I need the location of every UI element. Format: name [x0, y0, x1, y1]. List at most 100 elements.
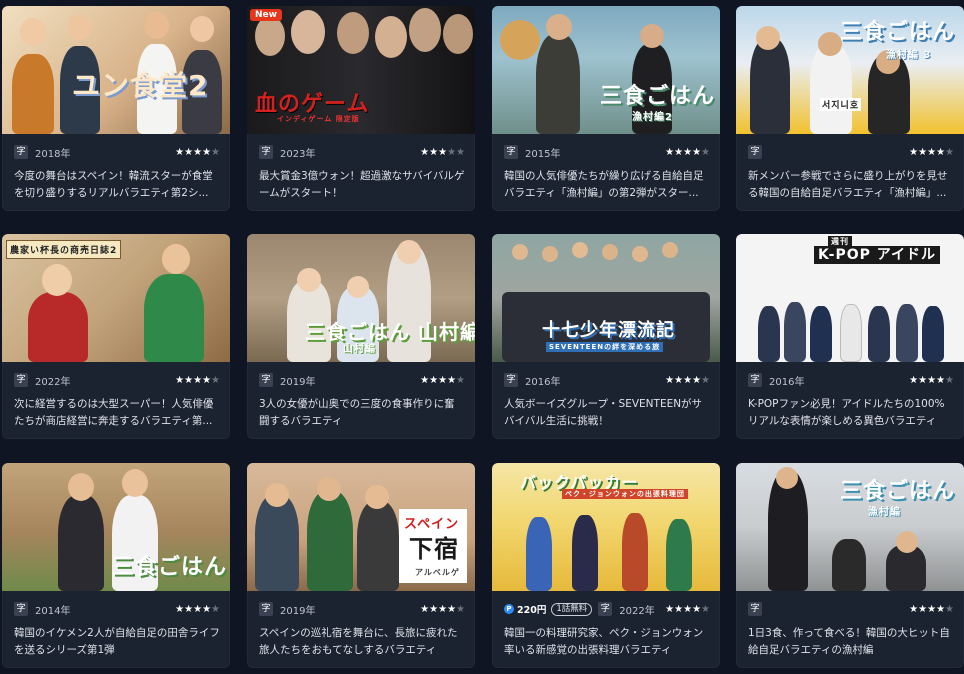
meta-row: 字 2019年 ★★★★★: [259, 601, 465, 617]
title-card[interactable]: 三食ごはん 字 2014年 ★★★★★ 韓国のイケメン2人が自給自足の田舎ライフ…: [2, 463, 230, 668]
title-card[interactable]: スペイン 下宿 アルベルゲ 字 2019年 ★★★★★ スペインの巡礼宿を舞台に…: [247, 463, 475, 668]
star-rating: ★★★★★: [420, 146, 465, 158]
show-logo-sub: 漁村編: [868, 507, 901, 518]
thumbnail[interactable]: 週刊 K-POP アイドル: [736, 234, 964, 362]
boat-sign: 서지니호: [820, 98, 862, 111]
thumbnail[interactable]: 農家い杯長の商売日誌2: [2, 234, 230, 362]
description: K-POPファン必見！アイドルたちの100%リアルな表情が楽しめる異色バラエティ: [748, 398, 945, 427]
star-rating: ★★★★★: [665, 603, 710, 615]
thumbnail[interactable]: 血のゲーム インディゲーム 限定版 New: [247, 6, 475, 134]
star-rating: ★★★★★: [175, 603, 220, 615]
price-value: 220円: [517, 605, 547, 616]
rental-price: P 220円: [504, 602, 546, 616]
subtitle-badge: 字: [259, 373, 273, 387]
meta-row: 字 2023年 ★★★★★: [259, 144, 465, 160]
release-year: 2014年: [35, 605, 71, 617]
title-card[interactable]: 三食ごはん 山村編 山村編 字 2019年 ★★★★★ 3人の女優が山奥での三度…: [247, 234, 475, 439]
title-card[interactable]: 農家い杯長の商売日誌2 字 2022年 ★★★★★ 次に経営するのは大型スーパー…: [2, 234, 230, 439]
star-rating: ★★★★★: [909, 603, 954, 615]
title-card[interactable]: 三食ごはん 漁村編3 漁村編 3 서지니호 字 ★★★★★ 新メンバー参戦でさら…: [736, 6, 964, 211]
show-logo: 三食ごはん 山村編: [305, 320, 475, 344]
subtitle-badge: 字: [14, 602, 28, 616]
show-logo: 下宿: [409, 535, 459, 563]
description: 韓国の人気俳優たちが繰り広げる自給自足バラエティ「漁村編」の第2弾がスター...: [504, 170, 704, 199]
title-card[interactable]: バックパッカー ペク・ジョンウォンの出張料理団 P 220円 1話無料 字 202…: [492, 463, 720, 668]
subtitle-badge: 字: [504, 145, 518, 159]
meta-row: 字 2015年 ★★★★★: [504, 144, 710, 160]
description: 次に経営するのは大型スーパー！人気俳優たちが商店経営に奔走するバラエティ第...: [14, 398, 214, 427]
release-year: 2018年: [35, 148, 71, 160]
star-rating: ★★★★★: [909, 146, 954, 158]
new-badge: New: [250, 9, 282, 21]
meta-row: 字 ★★★★★: [748, 144, 954, 160]
title-card[interactable]: 三食ごはん 漁村編2 漁村編2 字 2015年 ★★★★★ 韓国の人気俳優たちが…: [492, 6, 720, 211]
thumbnail[interactable]: 三食ごはん 漁村編2 漁村編2: [492, 6, 720, 134]
description: 3人の女優が山奥での三度の食事作りに奮闘するバラエティ: [259, 398, 455, 427]
meta-row: 字 2018年 ★★★★★: [14, 144, 220, 160]
show-logo: 三食ごはん 漁村編: [840, 479, 964, 504]
thumbnail[interactable]: 三食ごはん 山村編 山村編: [247, 234, 475, 362]
description: 今度の舞台はスペイン！韓流スターが食堂を切り盛りするリアルバラエティ第2シ...: [14, 170, 213, 199]
star-rating: ★★★★★: [420, 603, 465, 615]
description: 1日3食、作って食べる！韓国の大ヒット自給自足バラエティの漁村編: [748, 627, 950, 656]
star-rating: ★★★★★: [175, 146, 220, 158]
thumbnail[interactable]: 三食ごはん 漁村編3 漁村編 3 서지니호: [736, 6, 964, 134]
title-card[interactable]: 十七少年漂流記 SEVENTEENの絆を深める旅 字 2016年 ★★★★★ 人…: [492, 234, 720, 439]
thumbnail[interactable]: 三食ごはん 漁村編 漁村編: [736, 463, 964, 591]
star-rating: ★★★★★: [420, 374, 465, 386]
show-logo: 三食ごはん: [112, 555, 228, 580]
description: スペインの巡礼宿を舞台に、長旅に疲れた旅人たちをおもてなしするバラエティ: [259, 627, 458, 656]
release-year: 2019年: [280, 376, 316, 388]
show-logo-sub: インディゲーム 限定版: [277, 115, 360, 123]
title-card[interactable]: 血のゲーム インディゲーム 限定版 New 字 2023年 ★★★★★ 最大賞金…: [247, 6, 475, 211]
meta-row: 字 ★★★★★: [748, 601, 954, 617]
store-sign: 農家い杯長の商売日誌2: [6, 240, 122, 259]
star-rating: ★★★★★: [175, 374, 220, 386]
coin-icon: P: [504, 604, 514, 614]
release-year: 2016年: [525, 376, 561, 388]
meta-row: 字 2019年 ★★★★★: [259, 372, 465, 388]
subtitle-badge: 字: [259, 602, 273, 616]
meta-row: P 220円 1話無料 字 2022年 ★★★★★: [504, 601, 710, 617]
description: 新メンバー参戦でさらに盛り上がりを見せる韓国の自給自足バラエティ「漁村編」...: [748, 170, 948, 199]
description: 韓国一の料理研究家、ペク・ジョンウォン率いる新感覚の出張料理バラエティ: [504, 627, 704, 656]
show-logo: ユン食堂2: [72, 69, 209, 102]
release-year: 2022年: [35, 376, 71, 388]
subtitle-badge: 字: [259, 145, 273, 159]
show-logo-sub: 山村編: [343, 344, 376, 355]
release-year: 2023年: [280, 148, 316, 160]
title-card[interactable]: ユン食堂2 字 2018年 ★★★★★ 今度の舞台はスペイン！韓流スターが食堂を…: [2, 6, 230, 211]
thumbnail[interactable]: スペイン 下宿 アルベルゲ: [247, 463, 475, 591]
show-logo: K-POP アイドル: [814, 246, 941, 264]
free-episode-badge: 1話無料: [551, 602, 593, 616]
title-card[interactable]: 週刊 K-POP アイドル 字 2016年 ★★★★★ K-POPファン必見！ア…: [736, 234, 964, 439]
subtitle-badge: 字: [748, 145, 762, 159]
show-logo-sub: SEVENTEENの絆を深める旅: [546, 342, 664, 352]
thumbnail[interactable]: 三食ごはん: [2, 463, 230, 591]
release-year: 2016年: [769, 376, 805, 388]
release-year: 2015年: [525, 148, 561, 160]
meta-row: 字 2016年 ★★★★★: [748, 372, 954, 388]
subtitle-badge: 字: [598, 602, 613, 616]
subtitle-badge: 字: [504, 373, 518, 387]
thumbnail[interactable]: バックパッカー ペク・ジョンウォンの出張料理団: [492, 463, 720, 591]
show-logo-sub: アルベルゲ: [415, 568, 460, 577]
star-rating: ★★★★★: [665, 146, 710, 158]
meta-row: 字 2022年 ★★★★★: [14, 372, 220, 388]
subtitle-badge: 字: [14, 373, 28, 387]
meta-row: 字 2016年 ★★★★★: [504, 372, 710, 388]
star-rating: ★★★★★: [665, 374, 710, 386]
description: 人気ボーイズグループ・SEVENTEENがサバイバル生活に挑戦！: [504, 398, 703, 427]
subtitle-badge: 字: [14, 145, 28, 159]
description: 最大賞金3億ウォン！超過激なサバイバルゲームがスタート！: [259, 170, 465, 199]
description: 韓国のイケメン2人が自給自足の田舎ライフを送るシリーズ第1弾: [14, 627, 220, 656]
show-logo-sub: ペク・ジョンウォンの出張料理団: [562, 489, 688, 499]
show-logo: 三食ごはん 漁村編2: [600, 84, 720, 109]
title-card[interactable]: 三食ごはん 漁村編 漁村編 字 ★★★★★ 1日3食、作って食べる！韓国の大ヒッ…: [736, 463, 964, 668]
show-logo-sub: 漁村編2: [632, 112, 673, 123]
thumbnail[interactable]: ユン食堂2: [2, 6, 230, 134]
meta-row: 字 2014年 ★★★★★: [14, 601, 220, 617]
thumbnail[interactable]: 十七少年漂流記 SEVENTEENの絆を深める旅: [492, 234, 720, 362]
show-logo: 三食ごはん 漁村編3: [840, 20, 964, 45]
show-logo: 十七少年漂流記: [542, 320, 675, 341]
